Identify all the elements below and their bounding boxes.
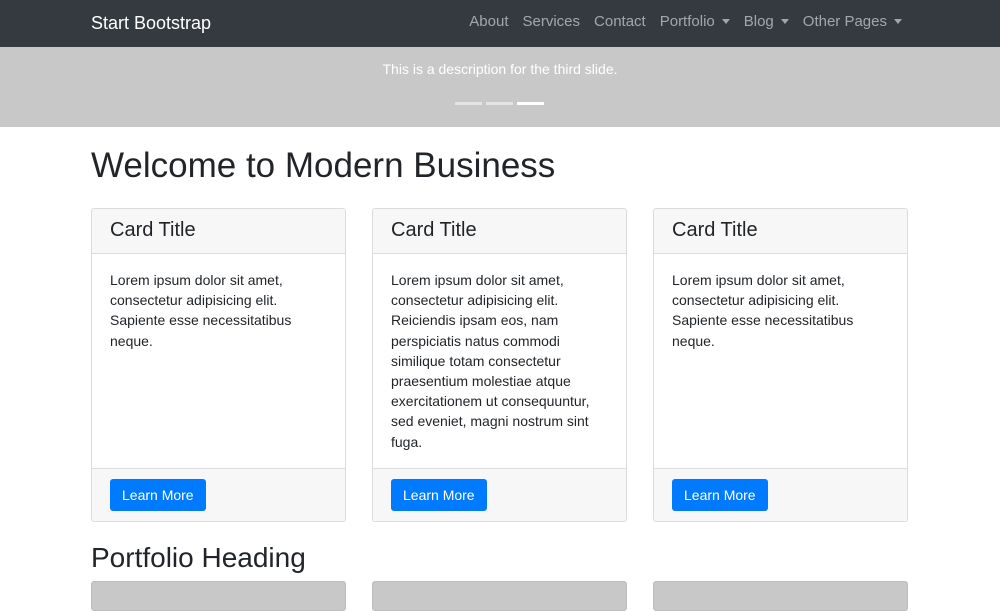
card: Card Title Lorem ipsum dolor sit amet, c… <box>372 208 627 522</box>
carousel-indicator-2[interactable] <box>486 102 513 105</box>
card-title: Card Title <box>92 209 345 254</box>
portfolio-item-image[interactable] <box>91 581 346 611</box>
card-footer: Learn More <box>373 468 626 521</box>
carousel-indicators <box>455 102 544 105</box>
nav-item-label: Other Pages <box>802 13 887 30</box>
nav-item-other-pages[interactable]: Other Pages <box>803 13 902 31</box>
carousel[interactable]: This is a description for the third slid… <box>0 47 1000 127</box>
nav-item-services[interactable]: Services <box>522 13 580 31</box>
nav-item-contact[interactable]: Contact <box>594 13 646 31</box>
nav-menu: About Services Contact Portfolio Blog Ot… <box>469 13 902 31</box>
card-title: Card Title <box>654 209 907 254</box>
card: Card Title Lorem ipsum dolor sit amet, c… <box>653 208 908 522</box>
nav-item-label: Services <box>522 13 581 30</box>
card-footer: Learn More <box>654 468 907 521</box>
carousel-indicator-1[interactable] <box>455 102 482 105</box>
caret-down-icon <box>780 18 789 24</box>
nav-item-blog[interactable]: Blog <box>744 13 789 31</box>
page-title: Welcome to Modern Business <box>91 146 556 185</box>
nav-item-label: Portfolio <box>659 13 715 30</box>
portfolio-heading: Portfolio Heading <box>91 542 306 573</box>
navbar: Start Bootstrap About Services Contact P… <box>0 0 1000 47</box>
nav-item-label: About <box>469 13 509 30</box>
caret-down-icon <box>894 18 902 24</box>
nav-item-about[interactable]: About <box>469 13 508 31</box>
learn-more-button[interactable]: Learn More <box>110 479 206 511</box>
portfolio-item-image[interactable] <box>653 581 908 611</box>
card-text: Lorem ipsum dolor sit amet, consectetur … <box>672 272 854 349</box>
caret-down-icon <box>721 18 730 24</box>
learn-more-button[interactable]: Learn More <box>672 479 768 511</box>
nav-item-label: Contact <box>594 13 646 30</box>
nav-item-portfolio[interactable]: Portfolio <box>660 13 730 31</box>
card-title: Card Title <box>373 209 626 254</box>
brand-link[interactable]: Start Bootstrap <box>91 12 211 34</box>
card-footer: Learn More <box>92 468 345 521</box>
card-text: Lorem ipsum dolor sit amet, consectetur … <box>391 272 590 450</box>
learn-more-button[interactable]: Learn More <box>391 479 487 511</box>
card-text: Lorem ipsum dolor sit amet, consectetur … <box>110 272 292 349</box>
portfolio-item-image[interactable] <box>372 581 627 611</box>
carousel-indicator-3[interactable] <box>517 102 544 105</box>
card: Card Title Lorem ipsum dolor sit amet, c… <box>91 208 346 522</box>
carousel-caption: This is a description for the third slid… <box>382 61 618 77</box>
nav-item-label: Blog <box>743 13 774 30</box>
